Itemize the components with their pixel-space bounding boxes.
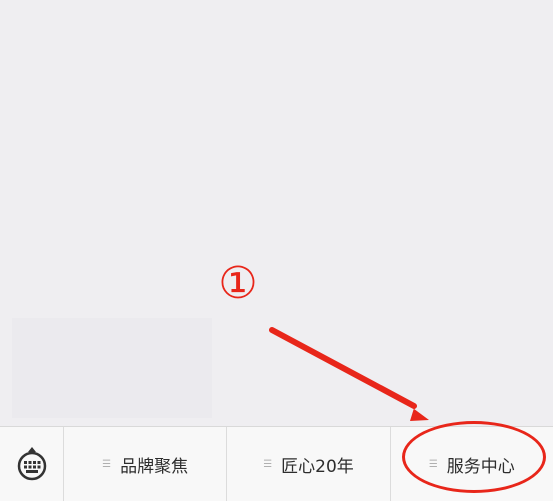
menu-lines-icon: ☰	[428, 458, 438, 470]
content-placeholder	[12, 318, 212, 418]
menu-item-service-center[interactable]: ☰ 服务中心	[391, 427, 553, 501]
menu-item-craftsmanship[interactable]: ☰ 匠心20年	[227, 427, 391, 501]
menu-item-label: 匠心20年	[281, 456, 354, 477]
menu-bar: ☰ 品牌聚焦 ☰ 匠心20年 ☰ 服务中心	[0, 426, 553, 501]
keyboard-icon	[17, 447, 46, 481]
menu-item-label: 服务中心	[446, 456, 515, 477]
annotation-step-number: ①	[218, 258, 258, 309]
content-area	[0, 0, 553, 426]
menu-item-label: 品牌聚焦	[120, 456, 189, 477]
menu-item-brand-focus[interactable]: ☰ 品牌聚焦	[64, 427, 228, 501]
menu-lines-icon: ☰	[263, 458, 273, 470]
keyboard-toggle-button[interactable]	[0, 427, 64, 501]
menu-lines-icon: ☰	[102, 458, 112, 470]
